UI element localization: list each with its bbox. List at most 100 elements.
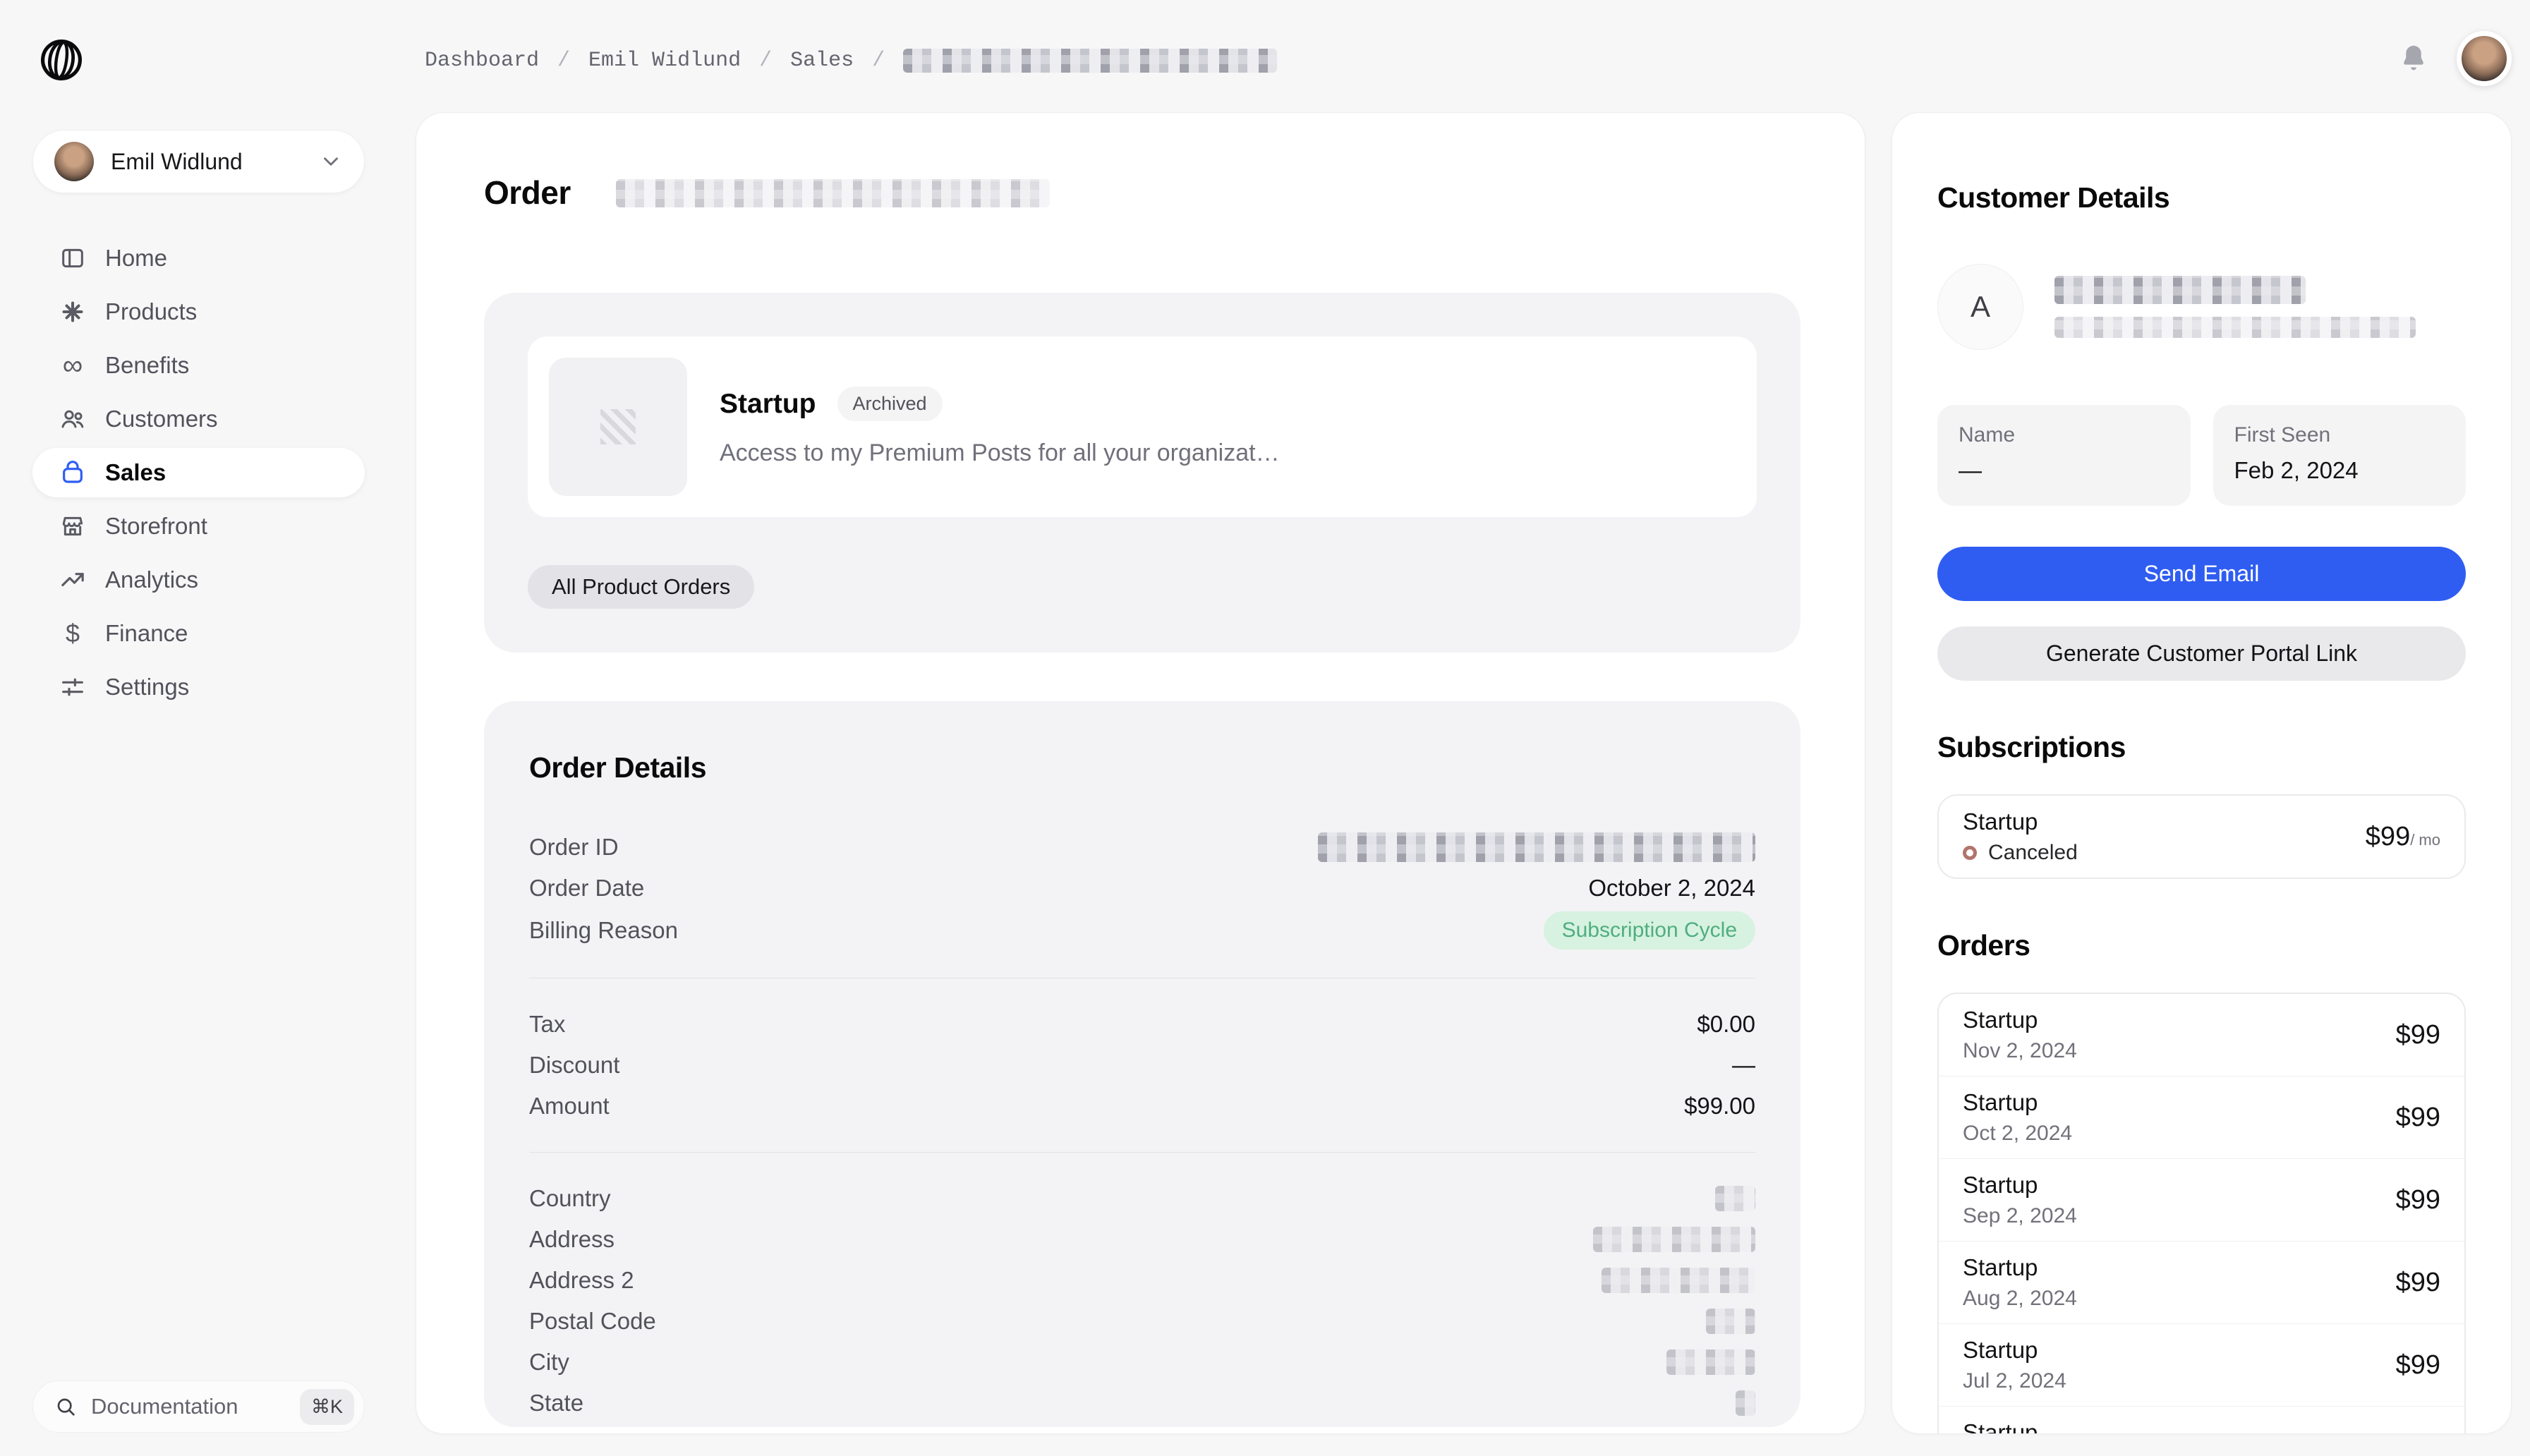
address2-row: Address 2 [529, 1260, 1755, 1301]
order-price: $99 [2395, 1184, 2440, 1215]
documentation-button[interactable]: Documentation ⌘K [32, 1381, 365, 1433]
country-row: Country [529, 1178, 1755, 1219]
billing-address: Country Address Address 2 Postal Code Ci… [529, 1178, 1755, 1424]
order-date: Sep 2, 2024 [1963, 1204, 2077, 1227]
total-row: Tax $0.00 [529, 1004, 1755, 1045]
product-description: Access to my Premium Posts for all your … [720, 439, 1280, 466]
notifications-bell-icon[interactable] [2397, 42, 2430, 75]
billing-reason-row: Billing Reason Subscription Cycle [529, 909, 1755, 952]
order-page-card: Order Startup Archived Access to my Prem… [416, 112, 1865, 1434]
page-title: Order [484, 174, 571, 211]
sidebar-item-products[interactable]: Products [32, 287, 365, 336]
product-card[interactable]: Startup Archived Access to my Premium Po… [528, 336, 1757, 517]
sidebar: Emil Widlund Home Products ∞ Benefits Cu… [0, 0, 416, 1456]
order-date: Jul 2, 2024 [1963, 1369, 2066, 1393]
subscription-status: Canceled [1988, 841, 2078, 864]
subscription-item[interactable]: Startup Canceled $99/ mo [1939, 796, 2464, 878]
archived-badge: Archived [837, 387, 943, 421]
send-email-button[interactable]: Send Email [1937, 547, 2466, 601]
name-field: Name — [1937, 405, 2191, 506]
redacted-city [1666, 1349, 1755, 1375]
redacted-postal-code [1706, 1309, 1755, 1334]
sidebar-item-label: Settings [105, 674, 190, 700]
sidebar-item-label: Finance [105, 620, 188, 646]
row-label: Address 2 [529, 1267, 634, 1293]
product-name: Startup [720, 388, 816, 419]
settings-icon [59, 673, 87, 701]
breadcrumb: Dashboard / Emil Widlund / Sales / [425, 47, 1278, 75]
order-list-item[interactable]: Startup Jul 2, 2024 $99 [1939, 1323, 2464, 1406]
sidebar-nav: Home Products ∞ Benefits Customers Sales [32, 233, 365, 712]
products-icon [59, 298, 87, 326]
organization-switcher[interactable]: Emil Widlund [32, 130, 365, 193]
profile-avatar[interactable] [2457, 31, 2512, 86]
polar-logo-icon[interactable] [39, 37, 84, 83]
sidebar-item-finance[interactable]: $ Finance [32, 609, 365, 658]
all-product-orders-button[interactable]: All Product Orders [528, 565, 755, 609]
subscription-cycle-badge: Subscription Cycle [1543, 911, 1755, 950]
row-value: $99.00 [1684, 1093, 1755, 1119]
search-icon [54, 1395, 77, 1418]
sidebar-item-customers[interactable]: Customers [32, 394, 365, 444]
order-price: $99 [2395, 1267, 2440, 1297]
redacted-address2 [1602, 1268, 1755, 1293]
breadcrumb-dashboard[interactable]: Dashboard [425, 49, 539, 73]
redacted-order-id [903, 49, 1278, 73]
sidebar-item-label: Products [105, 298, 198, 324]
order-price: $99 [2395, 1102, 2440, 1132]
sidebar-item-sales[interactable]: Sales [32, 448, 365, 497]
sidebar-item-label: Analytics [105, 566, 199, 593]
sidebar-item-storefront[interactable]: Storefront [32, 502, 365, 551]
sidebar-item-settings[interactable]: Settings [32, 662, 365, 712]
order-list-item[interactable]: Startup Sep 2, 2024 $99 [1939, 1158, 2464, 1241]
breadcrumb-separator: / [872, 49, 885, 73]
breadcrumb-organization[interactable]: Emil Widlund [588, 49, 741, 73]
customer-avatar: A [1937, 264, 2023, 350]
order-list-item[interactable]: Startup Nov 2, 2024 $99 [1939, 994, 2464, 1076]
storefront-icon [59, 512, 87, 540]
redacted-state [1736, 1390, 1755, 1416]
sidebar-item-analytics[interactable]: Analytics [32, 555, 365, 605]
redacted-order-id-title [615, 178, 1050, 207]
order-list-item[interactable]: Startup Oct 2, 2024 $99 [1939, 1076, 2464, 1158]
city-row: City [529, 1342, 1755, 1383]
order-date-value: October 2, 2024 [1588, 875, 1755, 901]
address-row: Address [529, 1219, 1755, 1260]
breadcrumb-sales[interactable]: Sales [790, 49, 854, 73]
sidebar-item-label: Home [105, 245, 168, 271]
divider [529, 1152, 1755, 1153]
row-label: Country [529, 1185, 611, 1211]
field-label: Name [1959, 423, 2016, 447]
state-row: State [529, 1383, 1755, 1424]
order-price: $99 [2396, 1433, 2440, 1434]
row-value: $0.00 [1697, 1011, 1755, 1037]
order-details-heading: Order Details [529, 751, 707, 784]
user-name: Emil Widlund [111, 148, 243, 174]
documentation-label: Documentation [91, 1394, 238, 1419]
total-row: Discount — [529, 1045, 1755, 1086]
generate-portal-link-button[interactable]: Generate Customer Portal Link [1937, 626, 2466, 681]
row-label: Order ID [529, 834, 619, 860]
row-value: — [1732, 1052, 1755, 1078]
row-label: Discount [529, 1052, 620, 1078]
chevron-down-icon [319, 150, 343, 174]
order-list-item[interactable]: Startup Jun 2, 2024 $99 [1939, 1406, 2464, 1434]
subscription-interval: / mo [2410, 830, 2440, 849]
orders-list: Startup Nov 2, 2024 $99 Startup Oct 2, 2… [1937, 993, 2466, 1434]
sidebar-item-benefits[interactable]: ∞ Benefits [32, 341, 365, 390]
subscription-price: $99 [2365, 821, 2411, 851]
sidebar-item-label: Benefits [105, 352, 190, 378]
customer-details-panel: Customer Details A Name — First Seen Feb… [1892, 112, 2512, 1434]
sidebar-item-home[interactable]: Home [32, 233, 365, 283]
order-list-item[interactable]: Startup Aug 2, 2024 $99 [1939, 1241, 2464, 1323]
postal-code-row: Postal Code [529, 1301, 1755, 1342]
row-label: Order Date [529, 875, 645, 901]
order-product-name: Startup [1963, 1337, 2038, 1363]
placeholder-image-icon [600, 409, 636, 444]
subscription-name: Startup [1963, 808, 2038, 835]
finance-icon: $ [65, 619, 80, 648]
row-label: Tax [529, 1011, 566, 1037]
sidebar-item-label: Sales [105, 459, 167, 485]
order-id-row: Order ID [529, 827, 1755, 868]
first-seen-field: First Seen Feb 2, 2024 [2213, 405, 2466, 506]
